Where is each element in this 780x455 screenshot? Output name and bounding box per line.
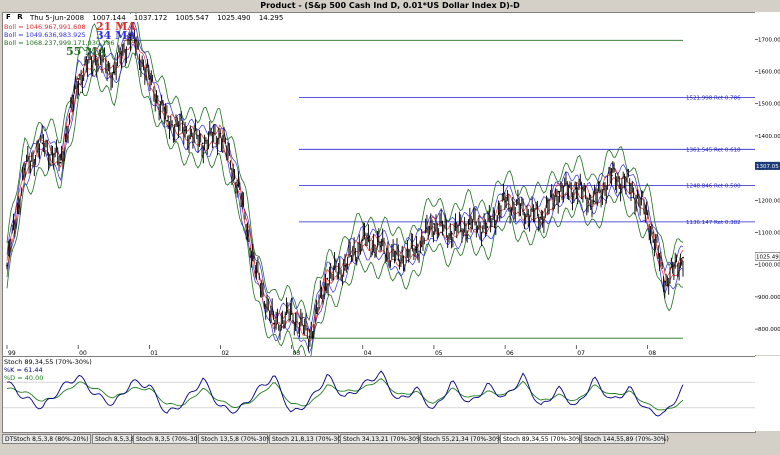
price-point [23, 168, 26, 171]
indicator-tabbar: DTStoch 8,5,3,8 (80%-20%) Stoch 8,5,3,8 St… [2, 434, 778, 445]
stoch-panel[interactable] [2, 356, 756, 433]
price-point [682, 256, 684, 259]
price-point [77, 78, 80, 80]
window-title: Product - (S&p 500 Cash Ind D, 0.01*US D… [260, 1, 520, 10]
boll-55-lower-band [6, 52, 684, 367]
boll-55-upper-band [6, 7, 684, 322]
indicator-tab[interactable]: Stoch 21,8,13 (70%-30%) [269, 434, 349, 444]
stoch-axis [755, 356, 780, 431]
price-point [308, 335, 311, 338]
fib-label: 1136.147 Ret 0.382 [686, 220, 741, 226]
price-point [450, 232, 453, 235]
price-point [201, 142, 204, 145]
price-point [557, 190, 560, 193]
fr-label[interactable]: F R [6, 13, 25, 21]
indicator-tab[interactable]: Stoch 55,21,34 (70%-30%) [420, 434, 504, 444]
price-point [539, 216, 542, 219]
price-point [59, 161, 62, 164]
price-axis-label: 1600.000 [758, 70, 780, 76]
price-point [504, 200, 507, 203]
price-panel[interactable]: 1521.998 Ret 0.786 1361.545 Ret 0.618 1248… [2, 7, 756, 367]
price-point [148, 78, 151, 80]
ohlc-header: Thu 5-Jun-2008 1007.144 1037.172 1005.54… [30, 14, 290, 22]
ma-55-label: 55 MA [66, 45, 106, 58]
price-point [521, 210, 524, 212]
price-point [237, 184, 240, 187]
indicator-tab[interactable]: Stoch 8,3,5 (70%-30%) [133, 434, 206, 444]
price-axis-ticks: 1700.0001600.0001500.0001400.0001300.000… [754, 37, 780, 333]
header-date: Thu 5-Jun-2008 [30, 14, 85, 22]
price-point [255, 271, 257, 274]
stoch-title: Stoch 89,34,55 (70%-30%) [4, 358, 92, 366]
price-point [486, 226, 489, 228]
price-axis-label: 900.000 [758, 295, 780, 301]
price-point [344, 264, 346, 267]
price-point [379, 245, 382, 248]
price-point [468, 222, 471, 225]
price-bars [6, 22, 684, 351]
price-axis-label: 1400.000 [758, 134, 780, 140]
indicator-tab[interactable]: Stoch 89,34,55 (70%-30%) [500, 434, 584, 444]
price-point [628, 184, 631, 187]
price-point [397, 258, 400, 261]
stoch-chart [3, 370, 755, 417]
price-axis-label: 1000.000 [758, 263, 780, 269]
stoch-k-line [6, 370, 684, 417]
fib-label: 1361.545 Ret 0.618 [686, 147, 741, 153]
stoch-d-label: %D = 40.00 [4, 374, 44, 382]
price-point [326, 277, 329, 280]
indicator-tab[interactable]: DTStoch 8,5,3,8 (80%-20%) [2, 434, 91, 444]
price-point [290, 313, 293, 315]
price-point [664, 280, 667, 283]
price-point [646, 213, 649, 216]
price-point [219, 132, 222, 135]
header-high: 1037.172 [133, 14, 168, 22]
marker-value-label: 1307.05 [756, 164, 779, 170]
header-low: 1005.547 [175, 14, 209, 22]
indicator-tab[interactable]: Stoch 144,55,89 (70%-30%) [581, 434, 669, 444]
price-axis-label: 1100.000 [758, 231, 780, 237]
price-point [41, 142, 44, 145]
price-axis-label: 1500.000 [758, 102, 780, 108]
boll-34-label: Boll = 1049.636,983.925 [4, 31, 86, 39]
price-axis-label: 1700.000 [758, 37, 780, 43]
price-point [6, 264, 8, 267]
stoch-k-label: %K = 61.44 [4, 366, 43, 374]
price-chart: 1521.998 Ret 0.786 1361.545 Ret 0.618 1248… [6, 7, 755, 367]
price-axis-label: 1200.000 [758, 198, 780, 204]
price-point [272, 322, 275, 325]
fib-label: 1521.998 Ret 0.786 [686, 96, 741, 102]
price-point [593, 200, 595, 203]
price-point [433, 222, 435, 225]
price-point [361, 239, 364, 241]
current-value-label: 1025.49 [756, 255, 779, 261]
price-point [183, 129, 186, 132]
indicator-tab[interactable]: Stoch 34,13,21 (70%-30%) [340, 434, 424, 444]
price-point [112, 71, 115, 74]
price-point [166, 119, 169, 122]
header-close: 1025.490 [217, 14, 251, 22]
price-axis: 1700.0001600.0001500.0001400.0001300.000… [754, 12, 780, 355]
price-point [610, 174, 613, 177]
header-change: 14.295 [258, 14, 284, 22]
fib-label: 1248.846 Ret 0.500 [686, 184, 741, 190]
ma-34-label: 34 MA [96, 29, 136, 42]
indicator-tab[interactable]: Stoch 13,5,8 (70%-30%) [198, 434, 274, 444]
indicator-tab[interactable]: Stoch 8,5,3,8 [92, 434, 135, 444]
price-point [415, 248, 418, 251]
boll-21-label: Boll = 1046.967,991.608 [4, 23, 86, 31]
price-point [575, 187, 578, 190]
price-axis-label: 800.000 [758, 327, 780, 333]
